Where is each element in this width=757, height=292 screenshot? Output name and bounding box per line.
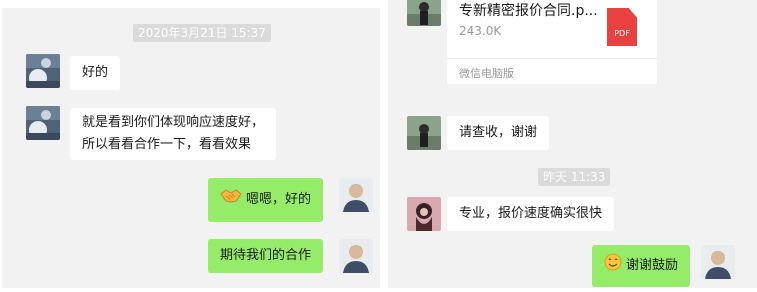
message-text: 专业，报价速度确实很快 <box>459 206 603 221</box>
timestamp-right: 昨天 11:33 <box>538 168 611 186</box>
contact-avatar[interactable] <box>26 54 60 88</box>
file-name: 专新精密报价合同.p... <box>459 3 598 19</box>
handshake-emoji-icon <box>220 188 242 212</box>
smile-emoji-icon <box>604 253 622 279</box>
contact-avatar[interactable] <box>407 197 441 231</box>
contact-avatar[interactable] <box>26 106 60 140</box>
message-text: 谢谢鼓励 <box>626 258 679 273</box>
outgoing-message-bubble[interactable]: 期待我们的合作 <box>208 239 324 273</box>
message-text: 嗯嗯，好的 <box>246 192 312 207</box>
contact-avatar-image <box>407 197 441 231</box>
contact-avatar[interactable] <box>407 0 441 26</box>
my-avatar[interactable] <box>701 245 735 279</box>
message-text: 请查收，谢谢 <box>459 125 538 140</box>
message-text-line: 所以看看合作一下，看看效果 <box>82 137 252 152</box>
contact-avatar-image <box>407 0 441 26</box>
left-chat-panel: 2020年3月21日 15:37 好的 就是看到你们体现响应速度好， 所以看看合… <box>2 8 380 288</box>
my-avatar-image <box>339 178 373 212</box>
incoming-message-bubble[interactable]: 就是看到你们体现响应速度好， 所以看看合作一下，看看效果 <box>70 108 277 160</box>
timestamp-left: 2020年3月21日 15:37 <box>133 24 271 42</box>
file-size: 243.0K <box>459 24 502 38</box>
incoming-message-bubble[interactable]: 专业，报价速度确实很快 <box>447 197 615 231</box>
contact-avatar[interactable] <box>407 116 441 150</box>
message-text: 期待我们的合作 <box>220 248 312 263</box>
incoming-message-bubble[interactable]: 好的 <box>70 56 121 90</box>
contact-avatar-image <box>26 54 60 88</box>
my-avatar-image <box>339 239 373 273</box>
message-text-line: 就是看到你们体现响应速度好， <box>82 115 265 130</box>
outgoing-message-bubble[interactable]: 谢谢鼓励 <box>592 245 691 287</box>
file-message-card[interactable]: 专新精密报价合同.p... 243.0K PDF 微信电脑版 <box>447 0 657 84</box>
contact-avatar-image <box>26 106 60 140</box>
my-avatar-image <box>701 245 735 279</box>
pdf-file-icon: PDF <box>607 8 637 46</box>
file-source-label: 微信电脑版 <box>459 67 514 80</box>
right-chat-panel: 专新精密报价合同.p... 243.0K PDF 微信电脑版 请查收，谢谢 昨天… <box>388 0 757 288</box>
message-text: 好的 <box>82 65 109 80</box>
contact-avatar-image <box>407 116 441 150</box>
incoming-message-bubble[interactable]: 请查收，谢谢 <box>447 116 550 150</box>
my-avatar[interactable] <box>339 239 373 273</box>
divider <box>447 58 657 59</box>
my-avatar[interactable] <box>339 178 373 212</box>
outgoing-message-bubble[interactable]: 嗯嗯，好的 <box>208 178 324 222</box>
